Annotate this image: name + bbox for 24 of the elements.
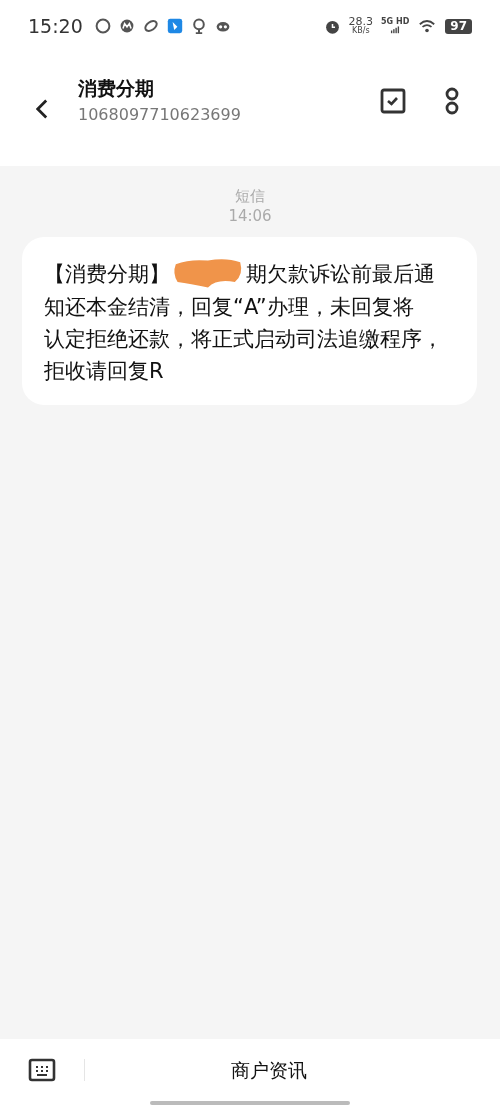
network-type: 5G HD xyxy=(381,17,410,26)
contact-number: 1068097710623699 xyxy=(78,104,242,126)
status-time: 15:20 xyxy=(28,13,83,39)
more-options-icon[interactable] xyxy=(444,86,460,116)
message-text: 知还本金结清，回复“A”办理，未回复将 xyxy=(44,294,415,321)
app-icon xyxy=(118,18,135,34)
back-icon[interactable] xyxy=(36,99,48,119)
message-channel: 短信 xyxy=(235,186,265,206)
battery-indicator: 97 xyxy=(445,18,472,34)
select-icon[interactable] xyxy=(379,87,407,115)
app-icon xyxy=(190,18,207,34)
app-icon xyxy=(142,18,159,34)
message-text: 认定拒绝还款，将正式启动司法追缴程序， xyxy=(44,326,444,353)
message-text: 期欠款诉讼前最后通 xyxy=(246,261,435,288)
app-icon xyxy=(94,18,111,34)
wifi-icon xyxy=(417,17,438,35)
speed-unit: KB/s xyxy=(351,26,370,35)
message-time: 14:06 xyxy=(228,206,272,226)
message-text: 拒收请回复R xyxy=(44,358,165,385)
message-text: 【消费分期】 xyxy=(44,261,170,288)
network-speed: 28.3 xyxy=(348,17,374,26)
keyboard-icon[interactable] xyxy=(28,1058,56,1082)
app-icon xyxy=(166,18,183,34)
contact-title: 消费分期 xyxy=(78,76,155,101)
